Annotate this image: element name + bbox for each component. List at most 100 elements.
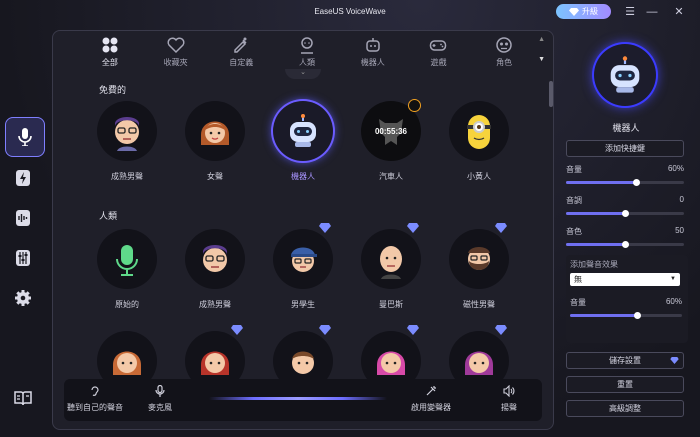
robot-icon bbox=[365, 38, 380, 52]
slider-handle[interactable] bbox=[633, 312, 641, 319]
microphone-icon bbox=[18, 128, 32, 146]
slider-fill bbox=[570, 314, 638, 317]
reset-button[interactable]: 重置 bbox=[566, 376, 684, 393]
save-settings-button[interactable]: 儲存設置 bbox=[566, 352, 684, 369]
avatar bbox=[185, 229, 245, 289]
man-glasses-avatar-icon bbox=[203, 245, 227, 272]
tab-favorites[interactable]: 收藏夾 bbox=[143, 33, 209, 73]
premium-diamond-icon bbox=[407, 325, 419, 335]
boy-student-avatar-icon bbox=[291, 247, 317, 272]
robot-avatar-icon bbox=[610, 56, 640, 93]
voice-item[interactable]: 原始的 bbox=[87, 229, 167, 310]
voice-item[interactable]: 男學生 bbox=[263, 223, 343, 310]
voice-library-panel: 全部 收藏夾 自定義 人類 機器人 遊戲 角色 ▲ ▼ ⌄ 免費的 成熟男聲 女… bbox=[52, 30, 554, 430]
voice-changer-icon bbox=[426, 386, 436, 396]
tab-all[interactable]: 全部 bbox=[77, 33, 143, 73]
section-title-free: 免費的 bbox=[99, 85, 127, 95]
enable-changer-button[interactable]: 啟用變聲器 bbox=[411, 385, 451, 413]
tab-robot[interactable]: 機器人 bbox=[340, 33, 406, 73]
sidebar-voice-changer[interactable] bbox=[5, 117, 45, 157]
robot-avatar-icon bbox=[290, 114, 316, 147]
voice-label: 成熟男聲 bbox=[199, 300, 231, 309]
audio-waveform bbox=[209, 397, 387, 400]
premium-diamond-icon bbox=[407, 223, 419, 233]
sidebar-settings[interactable] bbox=[6, 281, 40, 315]
custom-icon bbox=[234, 37, 247, 53]
premium-diamond-icon bbox=[319, 325, 331, 335]
character-icon bbox=[496, 37, 512, 53]
tab-human[interactable]: 人類 bbox=[274, 33, 340, 73]
sidebar-audio-library[interactable] bbox=[6, 201, 40, 235]
microphone-button[interactable]: 麥克風 bbox=[148, 385, 172, 413]
close-icon[interactable]: ✕ bbox=[672, 5, 686, 19]
tab-characters[interactable]: 角色 bbox=[471, 33, 537, 73]
girl-avatar-icon bbox=[113, 351, 141, 375]
microphone-icon bbox=[155, 385, 165, 397]
voice-label: 曼巴斯 bbox=[379, 300, 403, 309]
voice-item[interactable]: 00:55:36 汽車人 bbox=[351, 99, 431, 182]
avatar bbox=[97, 229, 157, 289]
voice-item[interactable]: 小黃人 bbox=[439, 101, 519, 182]
premium-diamond-icon bbox=[495, 223, 507, 233]
upgrade-button[interactable]: 升級 bbox=[556, 4, 611, 19]
slider-label: 音色 bbox=[566, 227, 582, 236]
slider-handle[interactable] bbox=[633, 179, 641, 186]
voice-settings-panel: 機器人 添加快捷鍵 音量 60% 音調 0 音色 50 添加聲音效果 無 ▼ 音量 60… bbox=[556, 30, 696, 430]
app-window: EaseUS VoiceWave 升級 ☰ — ✕ 全部 收藏夾 自定義 人類 … bbox=[0, 0, 700, 437]
slider-value: 50 bbox=[675, 226, 684, 235]
purple-hair-woman-avatar-icon bbox=[465, 351, 493, 375]
tabs-scroll-up-icon[interactable]: ▲ bbox=[538, 36, 545, 43]
voice-item[interactable]: 成熟男聲 bbox=[175, 229, 255, 310]
slider-label: 音量 bbox=[570, 298, 586, 307]
tabs-scroll-down-icon[interactable]: ▼ bbox=[538, 56, 545, 63]
slider-handle[interactable] bbox=[621, 241, 629, 248]
section-title-human: 人類 bbox=[99, 211, 118, 221]
grid-icon bbox=[102, 37, 118, 53]
collapse-tabs-chevron-icon[interactable]: ⌄ bbox=[285, 69, 321, 79]
voice-item-selected[interactable]: 機器人 bbox=[263, 101, 343, 182]
voice-item[interactable]: 成熟男聲 bbox=[87, 101, 167, 182]
slider-track[interactable] bbox=[566, 210, 684, 217]
heart-icon bbox=[167, 37, 185, 54]
advanced-settings-button[interactable]: 高級調整 bbox=[566, 400, 684, 417]
hear-self-button[interactable]: 聽到自己的聲音 bbox=[67, 385, 123, 413]
premium-diamond-icon bbox=[231, 325, 243, 335]
slider-handle[interactable] bbox=[621, 210, 629, 217]
slider-track[interactable] bbox=[566, 241, 684, 248]
timbre-slider[interactable]: 音色 50 bbox=[566, 226, 684, 248]
sidebar-sound-effects[interactable] bbox=[6, 161, 40, 195]
speaker-icon bbox=[503, 385, 515, 397]
voice-label: 磁性男聲 bbox=[463, 300, 495, 309]
gear-icon bbox=[15, 290, 31, 306]
add-shortcut-button[interactable]: 添加快捷鍵 bbox=[566, 140, 684, 157]
sidebar-mixer[interactable] bbox=[6, 241, 40, 275]
volume-slider[interactable]: 音量 60% bbox=[566, 164, 684, 186]
minimize-icon[interactable]: — bbox=[645, 5, 659, 19]
tab-games[interactable]: 遊戲 bbox=[406, 33, 472, 73]
voice-item[interactable]: 曼巴斯 bbox=[351, 223, 431, 310]
tab-label: 全部 bbox=[101, 58, 118, 67]
voice-item[interactable]: 女聲 bbox=[175, 101, 255, 182]
menu-icon[interactable]: ☰ bbox=[623, 5, 637, 19]
avatar bbox=[273, 101, 333, 161]
pitch-slider[interactable]: 音調 0 bbox=[566, 195, 684, 217]
sidebar-guide[interactable] bbox=[6, 381, 40, 415]
avatar: 00:55:36 bbox=[361, 99, 421, 161]
slider-track[interactable] bbox=[566, 179, 684, 186]
effect-volume-slider[interactable]: 音量 60% bbox=[570, 297, 682, 319]
avatar bbox=[97, 101, 157, 161]
slider-track[interactable] bbox=[570, 312, 682, 319]
minion-avatar-icon bbox=[467, 115, 491, 149]
tab-label: 收藏夾 bbox=[163, 58, 188, 67]
ear-icon bbox=[91, 386, 99, 396]
voice-list-scrollbar[interactable] bbox=[549, 81, 553, 107]
tab-custom[interactable]: 自定義 bbox=[208, 33, 274, 73]
slider-value: 0 bbox=[679, 195, 684, 204]
slider-label: 音量 bbox=[566, 165, 582, 174]
speaker-button[interactable]: 揚聲 bbox=[501, 385, 517, 413]
voice-item[interactable]: 磁性男聲 bbox=[439, 223, 519, 310]
chevron-down-icon: ▼ bbox=[670, 276, 676, 282]
effect-select[interactable]: 無 ▼ bbox=[570, 273, 680, 286]
selected-voice-name: 機器人 bbox=[612, 123, 640, 133]
avatar bbox=[361, 223, 421, 289]
